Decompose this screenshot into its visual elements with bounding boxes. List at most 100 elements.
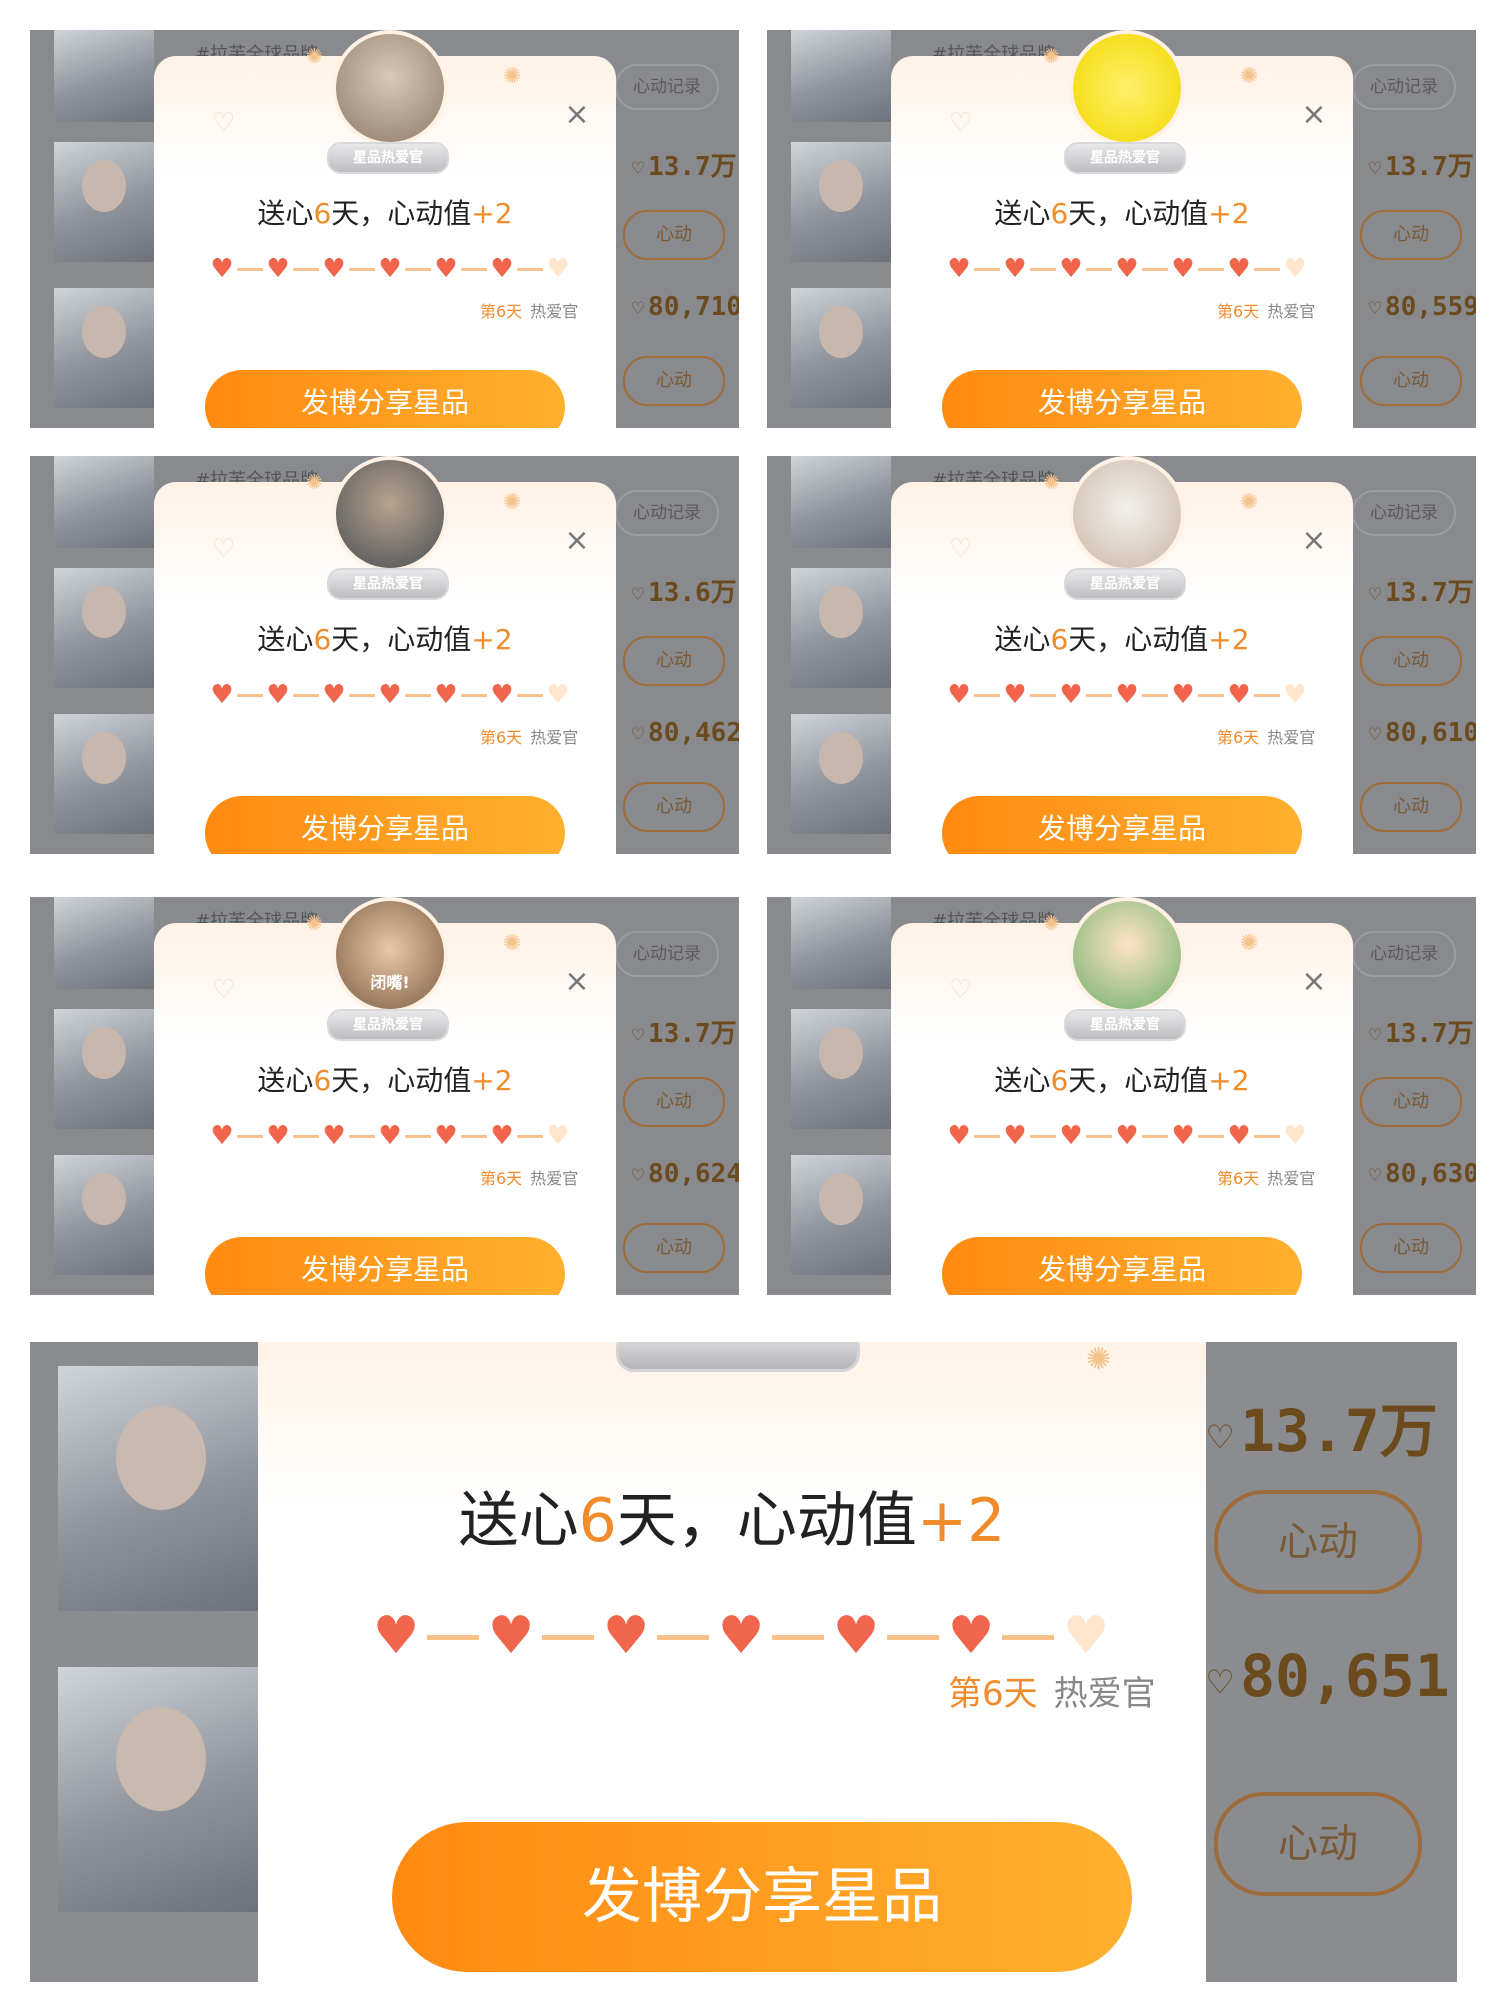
close-icon[interactable]: ×: [1299, 100, 1329, 130]
xindong-button[interactable]: 心动: [623, 1077, 725, 1127]
progress-connector: [237, 694, 263, 697]
xindong-button[interactable]: 心动: [1214, 1792, 1422, 1896]
product-thumbnail[interactable]: [54, 714, 154, 834]
heart-icon: ♥: [1283, 1121, 1307, 1151]
xindong-button[interactable]: 心动: [1360, 782, 1462, 832]
close-icon[interactable]: ×: [562, 967, 592, 997]
product-thumbnail[interactable]: [54, 1009, 154, 1129]
product-thumbnail[interactable]: [791, 1155, 891, 1275]
badge: 星品热爱官: [1064, 568, 1186, 600]
product-thumbnail[interactable]: [791, 30, 891, 122]
close-icon[interactable]: ×: [1299, 526, 1329, 556]
close-icon[interactable]: ×: [562, 100, 592, 130]
xindong-button[interactable]: 心动: [623, 356, 725, 406]
xindong-button[interactable]: 心动: [1360, 210, 1462, 260]
heart-icon: ♥: [322, 680, 346, 710]
badge: [616, 1342, 860, 1372]
heart-icon: ♥: [487, 1606, 535, 1666]
sparkle-icon: ✺: [306, 44, 323, 68]
progress-connector: [293, 268, 319, 271]
heart-count-top: ♡ 13.7万: [1369, 152, 1474, 182]
xindong-button[interactable]: 心动: [623, 636, 725, 686]
product-thumbnail[interactable]: [791, 568, 891, 688]
heart-outline-icon: ♡: [949, 534, 973, 564]
close-icon[interactable]: ×: [562, 526, 592, 556]
heart-icon: ♥: [434, 254, 458, 284]
xindong-button[interactable]: 心动: [623, 1223, 725, 1273]
sparkle-icon: ✺: [1043, 44, 1060, 68]
xindong-button[interactable]: 心动: [1360, 1223, 1462, 1273]
product-thumbnail[interactable]: [54, 142, 154, 262]
xindong-button[interactable]: 心动: [623, 782, 725, 832]
heart-count-bottom: ♡ 80,610: [1369, 718, 1476, 748]
product-thumbnail[interactable]: [791, 1009, 891, 1129]
xindong-button[interactable]: 心动: [1214, 1490, 1422, 1594]
progress-connector: [405, 1135, 431, 1138]
product-thumbnail[interactable]: [791, 714, 891, 834]
record-button[interactable]: 心动记录: [615, 931, 719, 977]
record-button[interactable]: 心动记录: [615, 490, 719, 536]
product-thumbnail[interactable]: [54, 30, 154, 122]
product-thumbnail[interactable]: [791, 897, 891, 989]
product-thumbnail[interactable]: [54, 288, 154, 408]
heart-icon: ♥: [1059, 254, 1083, 284]
checkin-panel: #拉芙全球品牌 心动记录 ♡ 13.7万 心动 ♡ 80,610 心动 ♡ × ✺ …: [767, 456, 1476, 854]
sparkle-icon: ✺: [1240, 490, 1259, 515]
user-avatar: [1069, 897, 1185, 1013]
badge: 星品热爱官: [1064, 142, 1186, 174]
xindong-button[interactable]: 心动: [1360, 636, 1462, 686]
product-thumbnail[interactable]: [54, 1155, 154, 1275]
heart-icon: ♥: [1227, 680, 1251, 710]
product-thumbnail[interactable]: [791, 456, 891, 548]
share-button[interactable]: 发博分享星品: [942, 1237, 1302, 1295]
progress-connector: [1030, 694, 1056, 697]
product-thumbnail[interactable]: [58, 1667, 263, 1912]
heart-outline-icon: ♡: [212, 108, 236, 138]
user-avatar: [332, 456, 448, 572]
progress-connector: [1002, 1635, 1054, 1640]
share-button[interactable]: 发博分享星品: [392, 1822, 1132, 1972]
record-button[interactable]: 心动记录: [1352, 490, 1456, 536]
avatar-caption: 闭嘴!: [370, 973, 410, 992]
sparkle-icon: ✺: [503, 490, 522, 515]
checkin-title: 送心6天，心动值+2: [994, 1064, 1250, 1097]
heart-count-bottom: ♡ 80,710: [632, 292, 739, 322]
product-thumbnail[interactable]: [54, 456, 154, 548]
product-thumbnail[interactable]: [791, 288, 891, 408]
share-button[interactable]: 发博分享星品: [942, 370, 1302, 428]
close-icon[interactable]: ×: [1299, 967, 1329, 997]
user-avatar: 闭嘴!: [332, 897, 448, 1013]
heart-icon: ♥: [832, 1606, 880, 1666]
xindong-button[interactable]: 心动: [1360, 1077, 1462, 1127]
badge: 星品热爱官: [1064, 1009, 1186, 1041]
heart-count-top: ♡ 13.6万: [632, 578, 737, 608]
progress-connector: [974, 268, 1000, 271]
checkin-panel: #拉芙全球品牌 心动记录 ♡ 13.7万 心动 ♡ 80,710 心动 ♡ × ✺ …: [30, 30, 739, 428]
share-button[interactable]: 发博分享星品: [205, 796, 565, 854]
share-button[interactable]: 发博分享星品: [205, 1237, 565, 1295]
xindong-button[interactable]: 心动: [623, 210, 725, 260]
product-thumbnail[interactable]: [54, 568, 154, 688]
product-thumbnail[interactable]: [58, 1366, 263, 1611]
progress-connector: [1198, 268, 1224, 271]
progress-connector: [1254, 268, 1280, 271]
day-label: 第6天 热爱官: [1217, 1169, 1316, 1188]
progress-connector: [293, 694, 319, 697]
progress-connector: [293, 1135, 319, 1138]
record-button[interactable]: 心动记录: [1352, 64, 1456, 110]
progress-connector: [974, 1135, 1000, 1138]
heart-icon: ♥: [1115, 680, 1139, 710]
product-thumbnail[interactable]: [54, 897, 154, 989]
heart-icon: ♥: [1227, 1121, 1251, 1151]
record-button[interactable]: 心动记录: [1352, 931, 1456, 977]
progress-hearts: ♥ ♥ ♥ ♥ ♥ ♥ ♥: [208, 682, 588, 712]
progress-connector: [887, 1635, 939, 1640]
product-thumbnail[interactable]: [791, 142, 891, 262]
user-avatar: [332, 30, 448, 146]
sparkle-icon: ✺: [306, 470, 323, 494]
record-button[interactable]: 心动记录: [615, 64, 719, 110]
xindong-button[interactable]: 心动: [1360, 356, 1462, 406]
share-button[interactable]: 发博分享星品: [205, 370, 565, 428]
share-button[interactable]: 发博分享星品: [942, 796, 1302, 854]
heart-icon: ♥: [378, 254, 402, 284]
